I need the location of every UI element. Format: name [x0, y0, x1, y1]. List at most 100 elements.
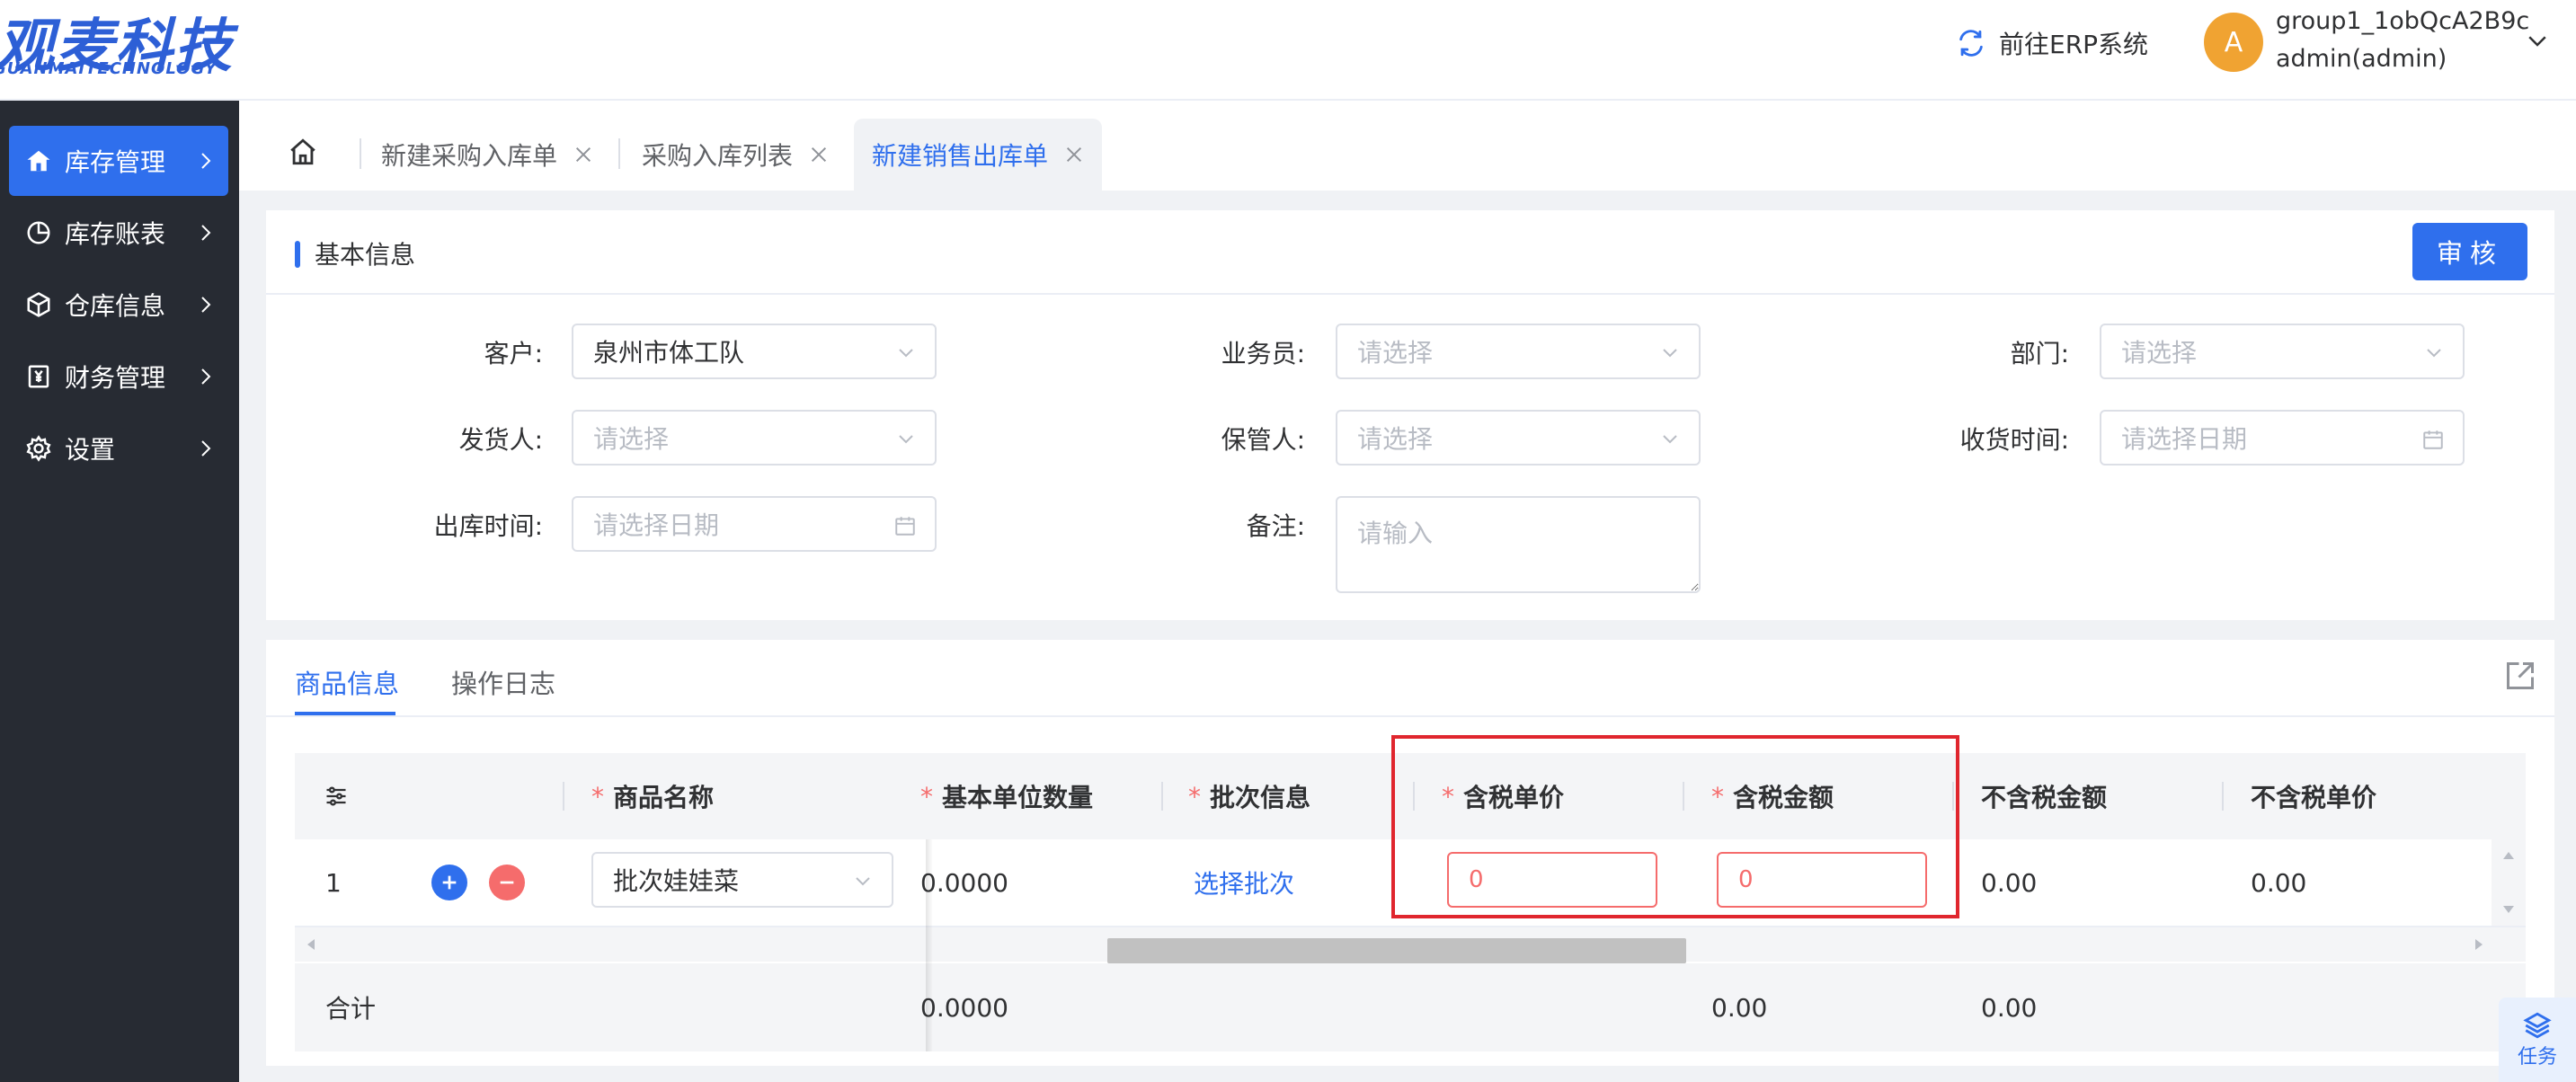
chevron-down-icon	[852, 870, 874, 891]
chevron-right-icon	[194, 149, 216, 173]
sidebar-item-label: 仓库信息	[65, 291, 166, 321]
chevron-down-icon[interactable]	[2524, 27, 2551, 54]
pie-chart-icon	[23, 219, 54, 246]
sidebar-item-label: 财务管理	[65, 363, 166, 393]
chevron-right-icon	[194, 365, 216, 388]
goods-card: 商品信息 操作日志 * 商品名称 * 基本单位数量 * 批次信息 * 含税单价 * 含税金…	[266, 640, 2554, 1066]
tab-new-purchase-inbound[interactable]: 新建采购入库单	[381, 119, 593, 191]
close-icon[interactable]	[1064, 145, 1084, 164]
goods-name-select[interactable]: 批次娃娃菜	[591, 852, 893, 908]
close-icon[interactable]	[809, 145, 829, 164]
chevron-down-icon	[895, 341, 917, 363]
column-header-base-qty: * 基本单位数量	[920, 781, 1094, 813]
column-separator	[2222, 782, 2224, 811]
select-batch-cell: 选择批次	[1194, 839, 1294, 926]
sidebar-item-label: 设置	[65, 435, 116, 465]
export-icon[interactable]	[2504, 660, 2536, 692]
chevron-right-icon	[194, 437, 216, 460]
goto-erp-label: 前往ERP系统	[1999, 30, 2149, 59]
base-qty-value: 0.0000	[920, 867, 1008, 898]
totals-base-qty: 0.0000	[920, 992, 1008, 1023]
layers-icon	[2522, 1010, 2553, 1041]
tab-operation-log[interactable]: 操作日志	[451, 663, 555, 701]
department-placeholder: 请选择	[2121, 338, 2198, 368]
totals-tax-amount: 0.00	[1711, 992, 1768, 1023]
column-settings-icon[interactable]	[324, 784, 349, 809]
close-icon[interactable]	[573, 145, 593, 164]
page-tabs-bar: 新建采购入库单 采购入库列表 新建销售出库单	[239, 101, 2576, 191]
table-footer-totals	[295, 963, 2526, 1051]
column-header-notax-price: 不含税单价	[2251, 783, 2377, 812]
chevron-down-icon	[1659, 341, 1681, 363]
calendar-icon	[893, 514, 917, 537]
calendar-icon	[2421, 428, 2445, 451]
vertical-scrollbar[interactable]	[2492, 839, 2526, 926]
goto-erp-link[interactable]: 前往ERP系统	[1956, 22, 2148, 65]
notax-amount-value: 0.00	[1981, 867, 2038, 898]
outbound-time-placeholder: 请选择日期	[593, 510, 720, 540]
shipper-select[interactable]: 请选择	[572, 410, 937, 466]
customer-value: 泉州市体工队	[593, 338, 745, 368]
salesman-placeholder: 请选择	[1357, 338, 1434, 368]
receive-time-picker[interactable]: 请选择日期	[2100, 410, 2465, 466]
sidebar-item-inventory-management[interactable]: 库存管理	[9, 126, 228, 196]
add-row-button[interactable]	[431, 865, 467, 900]
department-select[interactable]: 请选择	[2100, 324, 2465, 379]
chevron-right-icon	[194, 293, 216, 316]
sidebar-item-inventory-ledger[interactable]: 库存账表	[9, 198, 228, 268]
cube-icon	[23, 291, 54, 318]
chevron-right-icon	[194, 221, 216, 244]
customer-select[interactable]: 泉州市体工队	[572, 324, 937, 379]
column-separator	[1952, 782, 1954, 811]
top-header: 观麦科技 GUANMAITECHNOLOGY 前往ERP系统 A group1_…	[0, 0, 2576, 101]
keeper-placeholder: 请选择	[1357, 424, 1434, 454]
active-tab-indicator	[295, 712, 395, 715]
receive-time-label: 收货时间:	[1959, 425, 2069, 455]
audit-button[interactable]: 审核	[2412, 223, 2527, 280]
receive-time-placeholder: 请选择日期	[2121, 424, 2248, 454]
task-label: 任务	[2517, 1046, 2557, 1069]
salesman-select[interactable]: 请选择	[1336, 324, 1701, 379]
department-label: 部门:	[2010, 339, 2069, 368]
task-button[interactable]: 任务	[2499, 998, 2576, 1082]
user-group-name: group1_1obQcA2B9c	[2276, 7, 2530, 35]
tax-amount-input[interactable]	[1717, 852, 1927, 908]
section-title: 基本信息	[315, 240, 416, 270]
chevron-down-icon	[1659, 428, 1681, 449]
remark-textarea[interactable]	[1336, 496, 1701, 593]
column-separator	[1161, 782, 1163, 811]
row-index: 1	[325, 867, 342, 898]
keeper-select[interactable]: 请选择	[1336, 410, 1701, 466]
home-icon[interactable]	[288, 137, 318, 167]
tab-new-sales-outbound[interactable]: 新建销售出库单	[854, 119, 1103, 191]
sidebar-item-label: 库存管理	[65, 147, 166, 177]
sidebar-item-settings[interactable]: 设置	[9, 413, 228, 483]
tab-label: 新建销售出库单	[872, 141, 1049, 171]
totals-label: 合计	[325, 994, 377, 1024]
customer-label: 客户:	[484, 339, 543, 368]
user-account-name: admin(admin)	[2276, 45, 2447, 73]
column-header-batch: * 批次信息	[1188, 781, 1311, 813]
outbound-time-picker[interactable]: 请选择日期	[572, 496, 937, 552]
column-separator	[563, 782, 564, 811]
totals-notax-amount: 0.00	[1981, 992, 2038, 1023]
chevron-down-icon	[895, 428, 917, 449]
sidebar-item-finance-management[interactable]: 财务管理	[9, 341, 228, 412]
company-logo-subtitle: GUANMAITECHNOLOGY	[0, 59, 218, 78]
select-batch-link[interactable]: 选择批次	[1194, 865, 1294, 900]
column-header-tax-price: * 含税单价	[1442, 781, 1565, 813]
column-separator	[1413, 782, 1415, 811]
sidebar: 库存管理 库存账表 仓库信息 财务管理 设置	[0, 101, 239, 1082]
keeper-label: 保管人:	[1221, 425, 1305, 455]
sidebar-item-warehouse-info[interactable]: 仓库信息	[9, 270, 228, 340]
horizontal-scrollbar-thumb[interactable]	[1107, 938, 1686, 963]
yen-icon	[23, 363, 54, 390]
column-separator	[1683, 782, 1684, 811]
remove-row-button[interactable]	[489, 865, 525, 900]
avatar[interactable]: A	[2204, 13, 2263, 72]
tab-purchase-inbound-list[interactable]: 采购入库列表	[642, 119, 829, 191]
tax-price-input[interactable]	[1447, 852, 1657, 908]
gear-icon	[23, 435, 54, 462]
tab-goods-info[interactable]: 商品信息	[295, 663, 399, 701]
tab-label: 新建采购入库单	[381, 141, 558, 171]
